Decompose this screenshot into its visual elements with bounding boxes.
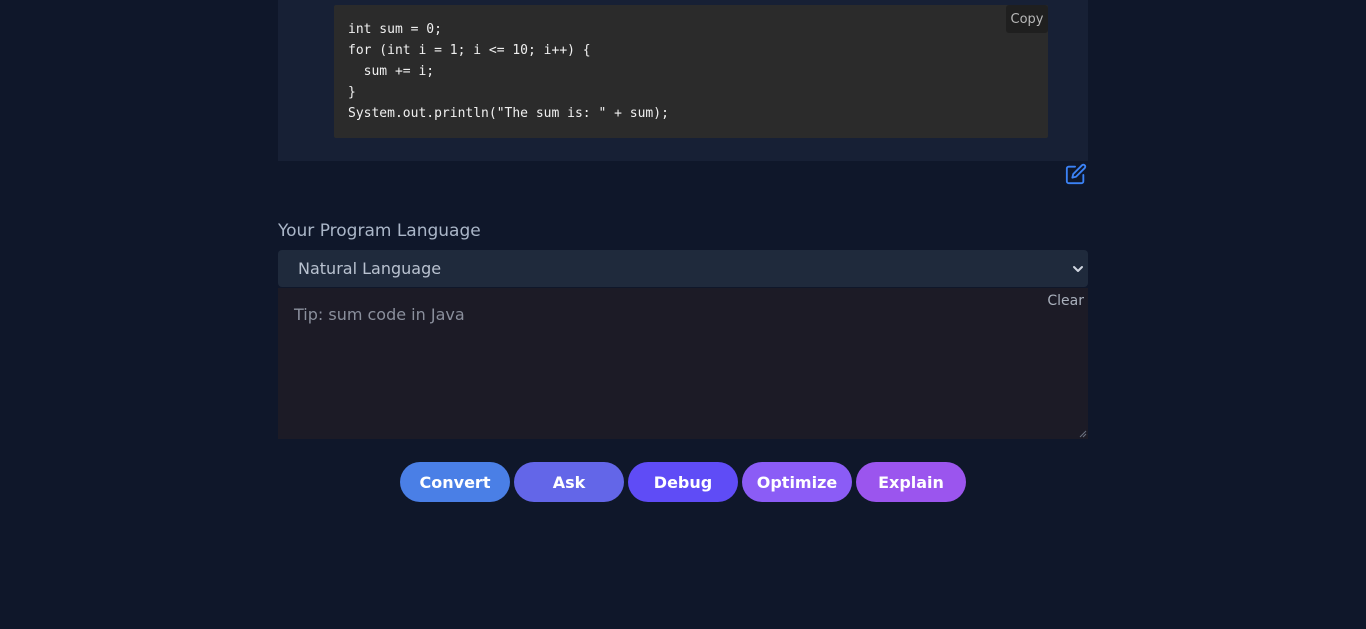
chevron-down-icon xyxy=(1073,266,1083,272)
edit-icon[interactable] xyxy=(1065,163,1087,185)
code-text: int sum = 0; for (int i = 1; i <= 10; i+… xyxy=(348,22,669,121)
language-select-value: Natural Language xyxy=(298,259,442,278)
resize-handle-icon[interactable] xyxy=(1079,430,1087,438)
prompt-textarea[interactable]: Tip: sum code in Java Clear xyxy=(278,288,1088,439)
ask-button[interactable]: Ask xyxy=(514,462,624,502)
language-select[interactable]: Natural Language xyxy=(278,250,1088,287)
prompt-placeholder: Tip: sum code in Java xyxy=(294,305,465,324)
output-panel: int sum = 0; for (int i = 1; i <= 10; i+… xyxy=(278,0,1088,161)
code-block: int sum = 0; for (int i = 1; i <= 10; i+… xyxy=(334,5,1048,138)
clear-button[interactable]: Clear xyxy=(1047,293,1084,309)
explain-button[interactable]: Explain xyxy=(856,462,966,502)
convert-button[interactable]: Convert xyxy=(400,462,510,502)
copy-button[interactable]: Copy xyxy=(1006,5,1048,33)
language-label: Your Program Language xyxy=(278,221,481,241)
debug-button[interactable]: Debug xyxy=(628,462,738,502)
optimize-button[interactable]: Optimize xyxy=(742,462,852,502)
